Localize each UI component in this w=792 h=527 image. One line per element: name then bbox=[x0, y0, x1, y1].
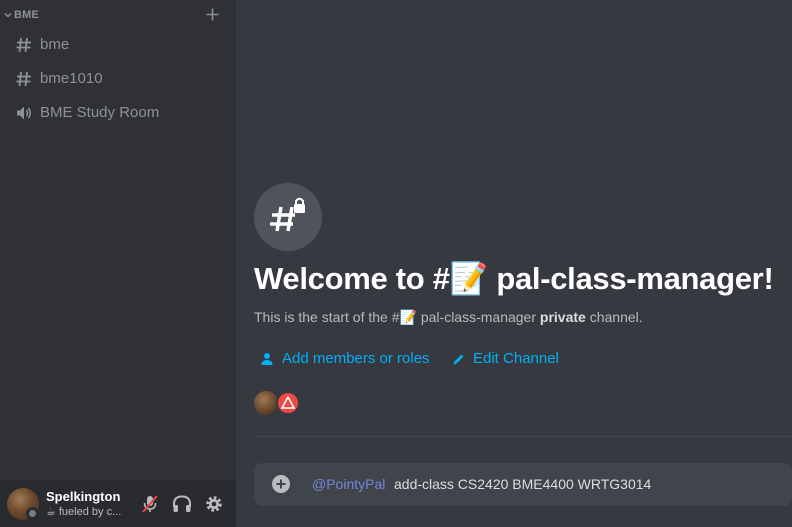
channel-item-bme1010[interactable]: bme1010 bbox=[8, 62, 230, 94]
status-text: fueled by c... bbox=[58, 506, 122, 518]
channel-name: bme1010 bbox=[40, 70, 103, 87]
category-label: BME bbox=[14, 9, 40, 21]
welcome-heading: Welcome to #📝 pal-class-manager! bbox=[254, 260, 774, 297]
locked-channel-icon bbox=[270, 197, 305, 232]
user-panel: Spelkington ☕ fueled by c... bbox=[0, 480, 236, 527]
pencil-icon bbox=[453, 354, 464, 365]
intro-end: channel. bbox=[589, 309, 643, 325]
welcome-prefix: Welcome to # bbox=[254, 261, 450, 296]
message-text[interactable]: add-class CS2420 BME4400 WRTG3014 bbox=[394, 476, 651, 492]
gear-icon[interactable] bbox=[202, 492, 226, 516]
member-avatar[interactable] bbox=[254, 391, 278, 415]
channel-item-bme-study-room[interactable]: BME Study Room bbox=[8, 96, 230, 128]
status-indicator bbox=[26, 507, 39, 520]
channel-title: pal-class-manager! bbox=[496, 261, 774, 296]
mute-microphone-icon[interactable] bbox=[138, 492, 162, 516]
headphones-icon[interactable] bbox=[170, 492, 194, 516]
private-channel-badge bbox=[254, 183, 322, 251]
channel-item-bme[interactable]: bme bbox=[8, 28, 230, 60]
message-composer[interactable]: @PointyPal add-class CS2420 BME4400 WRTG… bbox=[254, 463, 792, 506]
add-members-label: Add members or roles bbox=[282, 350, 430, 367]
channel-name: bme bbox=[40, 36, 70, 53]
text-channel-icon bbox=[16, 37, 31, 53]
voice-channel-icon bbox=[17, 106, 32, 120]
chat-area: Welcome to #📝 pal-class-manager! This is… bbox=[236, 0, 792, 527]
bot-avatar-icon bbox=[280, 395, 296, 409]
intro-private: private bbox=[539, 309, 586, 325]
memo-emoji: 📝 bbox=[399, 309, 417, 325]
member-avatar[interactable] bbox=[276, 391, 300, 415]
create-channel-icon[interactable] bbox=[205, 7, 220, 22]
memo-emoji: 📝 bbox=[449, 261, 489, 296]
intro-channel: pal-class-manager bbox=[420, 309, 537, 325]
channel-name: BME Study Room bbox=[40, 104, 160, 121]
divider bbox=[254, 436, 792, 437]
chevron-down-icon bbox=[4, 13, 12, 18]
add-attachment-icon[interactable] bbox=[271, 474, 291, 494]
edit-channel-label: Edit Channel bbox=[473, 350, 559, 367]
user-mention[interactable]: @PointyPal bbox=[312, 476, 385, 492]
add-member-icon bbox=[261, 353, 273, 365]
channel-sidebar: BME bme bme1010 BME Study Room Spelkingt… bbox=[0, 0, 236, 527]
channel-intro-text: This is the start of the #📝 pal-class-ma… bbox=[254, 309, 643, 326]
category-header[interactable]: BME bbox=[0, 0, 236, 30]
text-channel-icon bbox=[16, 71, 31, 87]
username: Spelkington bbox=[46, 489, 121, 504]
intro-start: This is the start of the # bbox=[254, 309, 400, 325]
custom-status: ☕ fueled by c... bbox=[46, 505, 132, 518]
status-emoji: ☕ bbox=[46, 506, 56, 518]
